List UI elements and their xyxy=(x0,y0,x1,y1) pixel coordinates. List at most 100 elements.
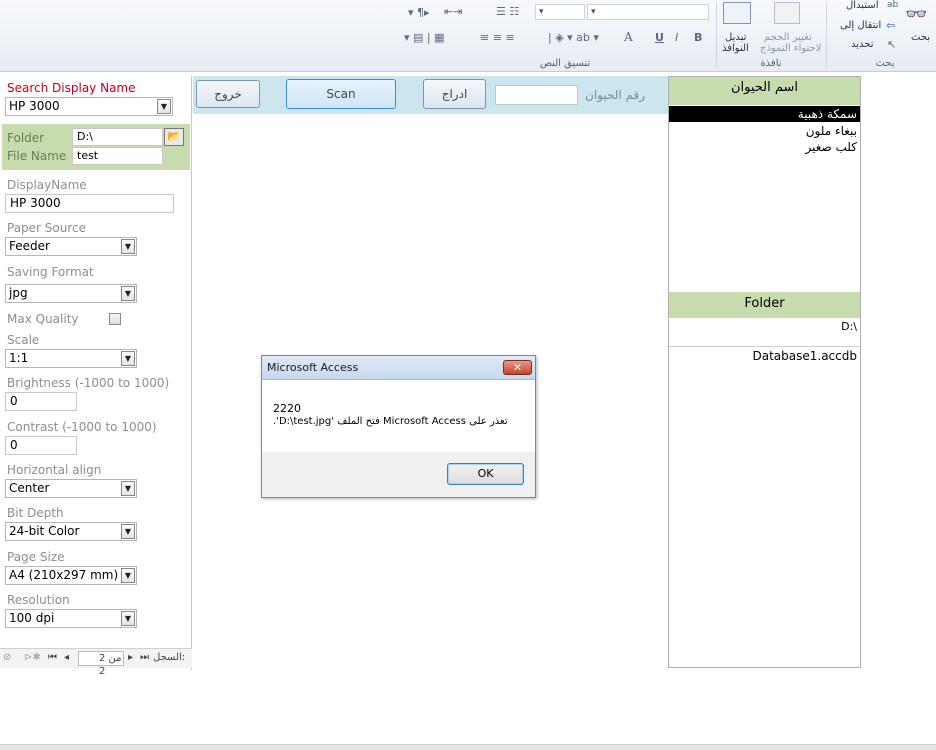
saving-format-combo[interactable]: jpg ▼ xyxy=(5,284,137,303)
browse-folder-button[interactable]: 📂 xyxy=(164,128,184,146)
brightness-field[interactable]: 0 xyxy=(5,392,77,411)
paper-source-value: Feeder xyxy=(9,239,50,253)
bit-depth-value: 24-bit Color xyxy=(9,524,80,538)
align-icon[interactable]: ≡ ≡ ≡ xyxy=(480,31,515,44)
search-display-name-combo[interactable]: HP 3000 ▼ xyxy=(5,97,173,116)
file-name-label: File Name xyxy=(7,149,67,163)
error-message: تعذر على Microsoft Access فتح الملف 'D:\… xyxy=(273,416,508,427)
saving-format-label: Saving Format xyxy=(7,265,94,279)
chevron-down-icon[interactable]: ▼ xyxy=(121,239,135,254)
animal-number-input[interactable] xyxy=(495,85,578,105)
switch-windows-label[interactable]: تبديل xyxy=(725,32,746,43)
folder-header: Folder xyxy=(669,292,860,318)
chevron-down-icon[interactable]: ▼ xyxy=(121,611,135,626)
chevron-down-icon[interactable]: ▼ xyxy=(121,351,135,366)
saving-format-value: jpg xyxy=(9,286,28,300)
bit-depth-combo[interactable]: 24-bit Color ▼ xyxy=(5,522,137,541)
exit-button[interactable]: خروج xyxy=(196,80,260,108)
list-item[interactable]: سمكة ذهبية xyxy=(669,106,860,122)
horizontal-align-label: Horizontal align xyxy=(7,463,102,477)
font-color-icon[interactable]: A xyxy=(624,30,633,44)
filter-icon[interactable]: ⊘ xyxy=(3,652,11,663)
display-name-field[interactable]: HP 3000 xyxy=(5,194,174,213)
gridlines-icon[interactable]: ▾ ▤ | ▦ xyxy=(404,31,445,44)
animal-name-header: اسم الحيوان xyxy=(669,77,860,105)
record-navigator: ⊘ ⊳✱ ⏮ ◂ 2 من 2 ▸ ⏭ السجل: xyxy=(0,648,192,677)
display-name-label: DisplayName xyxy=(7,178,87,192)
ribbon-separator xyxy=(716,2,717,68)
chevron-down-icon[interactable]: ▼ xyxy=(121,481,135,496)
folder-path[interactable]: D:\ xyxy=(669,318,860,347)
find-button[interactable]: بحث xyxy=(911,32,930,43)
scanner-settings-form: Search Display Name HP 3000 ▼ Folder Fil… xyxy=(0,76,192,670)
resize-form-label-2: لاحتواء النموذج xyxy=(760,43,822,54)
text-format-group-label: تنسيق النص xyxy=(539,58,591,69)
replace-button[interactable]: استبدال xyxy=(846,0,879,11)
last-record-icon[interactable]: ⏮ xyxy=(48,652,57,663)
error-code: 2220 xyxy=(273,402,301,415)
ribbon-separator xyxy=(826,2,827,68)
switch-windows-icon[interactable] xyxy=(723,2,751,24)
page-size-combo[interactable]: A4 (210x297 mm) ▼ xyxy=(5,566,137,585)
resolution-combo[interactable]: 100 dpi ▼ xyxy=(5,609,137,628)
close-icon[interactable]: ✕ xyxy=(503,360,532,375)
search-group-label: بحث xyxy=(875,58,895,69)
page-size-label: Page Size xyxy=(7,550,65,564)
folder-section: Folder File Name D:\ test xyxy=(2,124,190,170)
dialog-title: Microsoft Access xyxy=(267,361,359,374)
status-bar xyxy=(0,744,936,750)
contrast-field[interactable]: 0 xyxy=(5,436,77,455)
brightness-label: Brightness (-1000 to 1000) xyxy=(7,376,170,390)
record-number-box[interactable]: 2 من 2 xyxy=(78,651,124,677)
bold-icon[interactable]: B xyxy=(694,31,702,44)
italic-icon[interactable]: I xyxy=(675,31,678,44)
chevron-down-icon[interactable]: ▼ xyxy=(121,286,135,301)
list-icon[interactable]: ☰ ☷ xyxy=(496,5,519,18)
select-button[interactable]: تحديد xyxy=(851,39,874,50)
binoculars-icon[interactable]: 👓 xyxy=(905,4,927,25)
horizontal-align-value: Center xyxy=(9,481,50,495)
font-name-combo[interactable]: ▾ xyxy=(535,4,585,20)
goto-button[interactable]: انتقال إلى xyxy=(840,20,881,31)
scale-combo[interactable]: 1:1 ▼ xyxy=(5,349,137,368)
next-record-icon[interactable]: ◂ xyxy=(64,652,69,663)
new-record-icon[interactable]: ⊳✱ xyxy=(24,652,41,663)
scan-button[interactable]: Scan xyxy=(286,79,396,109)
fill-color-icon[interactable]: | ◈ ▾ ab ▾ xyxy=(548,31,599,44)
paper-source-label: Paper Source xyxy=(7,221,87,235)
resize-form-label: تغيير الحجم xyxy=(764,32,812,43)
ok-button[interactable]: OK xyxy=(447,463,524,485)
first-record-icon[interactable]: ⏭ xyxy=(140,652,149,663)
paragraph-direction-icon[interactable]: ▾ ¶▸ xyxy=(408,6,430,19)
file-name-field[interactable]: test xyxy=(72,147,163,165)
chevron-down-icon[interactable]: ▼ xyxy=(121,524,135,539)
resolution-label: Resolution xyxy=(7,593,70,607)
scale-label: Scale xyxy=(7,333,40,347)
scale-value: 1:1 xyxy=(9,351,29,365)
underline-icon[interactable]: U xyxy=(655,31,664,44)
font-size-combo[interactable]: ▾ xyxy=(587,4,709,20)
list-item[interactable]: كلب صغير xyxy=(669,139,860,155)
indent-icon[interactable]: ⇤⇥ xyxy=(444,5,462,18)
resize-form-icon xyxy=(774,2,800,24)
error-dialog: Microsoft Access ✕ 2220 تعذر على Microso… xyxy=(261,355,536,498)
database-name[interactable]: Database1.accdb xyxy=(669,349,860,367)
select-cursor-icon: ↖ xyxy=(887,38,897,51)
insert-button[interactable]: ادراج xyxy=(423,79,486,109)
folder-label: Folder xyxy=(7,131,45,145)
page-size-value: A4 (210x297 mm) xyxy=(9,568,119,582)
horizontal-align-combo[interactable]: Center ▼ xyxy=(5,479,137,498)
folder-field[interactable]: D:\ xyxy=(72,128,163,146)
dialog-titlebar[interactable]: Microsoft Access ✕ xyxy=(262,356,535,380)
switch-windows-label-2[interactable]: النوافذ xyxy=(722,43,749,54)
max-quality-checkbox[interactable] xyxy=(109,313,121,325)
bit-depth-label: Bit Depth xyxy=(7,506,64,520)
replace-icon: ab xyxy=(887,0,899,10)
paper-source-combo[interactable]: Feeder ▼ xyxy=(5,237,137,256)
animals-panel: اسم الحيوان سمكة ذهبية ببغاء ملون كلب صغ… xyxy=(668,76,861,668)
chevron-down-icon[interactable]: ▼ xyxy=(121,568,135,583)
previous-record-icon[interactable]: ▸ xyxy=(128,652,133,663)
chevron-down-icon[interactable]: ▼ xyxy=(157,99,171,114)
folder-open-icon: 📂 xyxy=(167,130,181,143)
list-item[interactable]: ببغاء ملون xyxy=(669,123,860,139)
